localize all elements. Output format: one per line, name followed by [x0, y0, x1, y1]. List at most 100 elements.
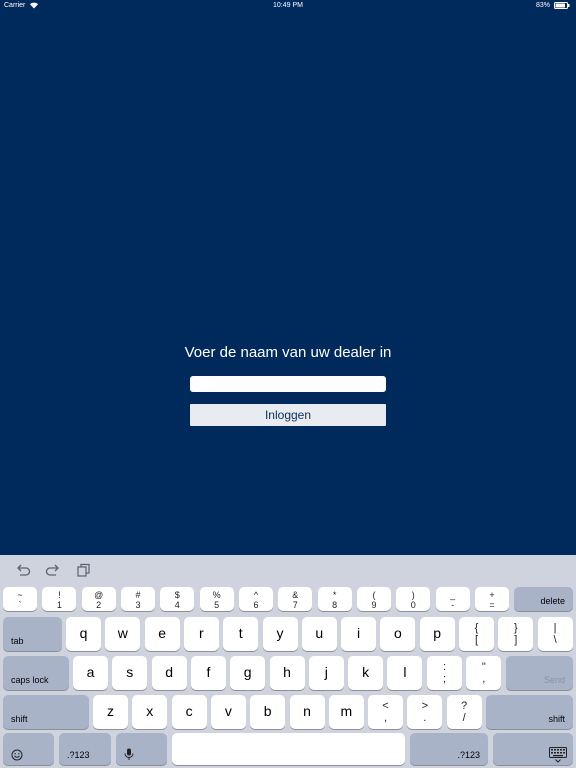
key-letter: f [206, 664, 211, 680]
key-a[interactable]: a [73, 656, 108, 690]
tab-key[interactable]: tab [3, 617, 62, 651]
key-d[interactable]: d [151, 656, 187, 690]
key-symbol-0[interactable]: {[ [459, 617, 494, 651]
key-shift-symbol: @ [94, 590, 104, 600]
key-symbol: 1 [56, 600, 62, 610]
key-symbol: 5 [214, 600, 220, 610]
key-n[interactable]: n [289, 695, 325, 729]
key-h[interactable]: h [269, 656, 305, 690]
key-v[interactable]: v [210, 695, 246, 729]
microphone-icon [124, 748, 134, 760]
key-shift-symbol: % [212, 590, 221, 600]
onscreen-keyboard: ~ `! 1 @2 #3 $4% 5 ^ 6 & 7 * 8(9) 0 _ - + = delete tab q w e r t… [0, 555, 576, 768]
numbers-toggle-label: .?123 [457, 750, 480, 760]
key-t[interactable]: t [223, 617, 259, 651]
key-punct-row3-2[interactable]: ? / [446, 695, 482, 729]
key-1[interactable]: ! 1 [42, 587, 77, 611]
key-punct-0[interactable]: :; [427, 656, 462, 690]
battery-icon [554, 2, 570, 9]
numbers-toggle-right-key[interactable]: .?123 [410, 733, 488, 765]
key-9[interactable]: (9 [356, 587, 391, 611]
key-symbol: 9 [371, 600, 377, 610]
key-2[interactable]: @2 [81, 587, 116, 611]
key-w[interactable]: w [105, 617, 141, 651]
key-letter: j [324, 664, 328, 680]
key-l[interactable]: l [387, 656, 423, 690]
key-j[interactable]: j [308, 656, 344, 690]
key-r[interactable]: r [183, 617, 219, 651]
key-letter: z [107, 703, 114, 719]
keyboard-shortcut-bar [0, 555, 576, 585]
key-y[interactable]: y [262, 617, 298, 651]
key-letter: r [199, 625, 204, 641]
login-button[interactable]: Inloggen [190, 404, 386, 426]
caps-lock-key[interactable]: caps lock [3, 656, 69, 690]
redo-icon[interactable] [45, 563, 61, 577]
key-shift-symbol: ~ [17, 590, 23, 600]
key-k[interactable]: k [348, 656, 384, 690]
key-symbol: \ [553, 634, 557, 646]
dealer-name-input[interactable] [190, 376, 386, 392]
key-shift-symbol: : [442, 661, 447, 673]
key-symbol-1[interactable]: }] [498, 617, 534, 651]
delete-key[interactable]: delete [514, 587, 573, 611]
shift-left-key[interactable]: shift [3, 695, 89, 729]
key-symbol: . [423, 712, 427, 724]
key-z[interactable]: z [93, 695, 128, 729]
paste-icon[interactable] [76, 563, 92, 577]
key-q[interactable]: q [66, 617, 101, 651]
key-u[interactable]: u [301, 617, 337, 651]
key-3[interactable]: #3 [120, 587, 155, 611]
key-symbol: 2 [96, 600, 102, 610]
key-letter: o [393, 625, 402, 641]
dealer-prompt: Voer de naam van uw dealer in [184, 344, 392, 361]
key-punct-row3-0[interactable]: <, [368, 695, 403, 729]
key-letter: p [433, 625, 442, 641]
key-shift-symbol: < [382, 700, 389, 712]
key-f[interactable]: f [190, 656, 226, 690]
emoji-key[interactable] [3, 733, 54, 765]
key-letter: t [238, 625, 243, 641]
numbers-toggle-left-key[interactable]: .?123 [59, 733, 111, 765]
key-x[interactable]: x [132, 695, 168, 729]
key-symbol-2[interactable]: | \ [537, 617, 573, 651]
key-4[interactable]: $4 [160, 587, 195, 611]
key-symbol: 4 [174, 600, 180, 610]
key-11[interactable]: _ - [435, 587, 470, 611]
key-p[interactable]: p [419, 617, 455, 651]
key-o[interactable]: o [380, 617, 416, 651]
key-shift-symbol: ! [58, 590, 61, 600]
send-label: Send [543, 675, 565, 685]
key-g[interactable]: g [230, 656, 266, 690]
key-m[interactable]: m [328, 695, 364, 729]
key-symbol: - [451, 600, 455, 610]
key-symbol: / [462, 712, 466, 724]
key-symbol: = [489, 600, 495, 610]
key-symbol: 0 [410, 600, 416, 610]
key-letter: g [243, 664, 252, 680]
key-c[interactable]: c [171, 695, 207, 729]
key-punct-1[interactable]: ", [466, 656, 502, 690]
undo-icon[interactable] [15, 563, 31, 577]
key-punct-row3-1[interactable]: >. [407, 695, 443, 729]
space-bar[interactable] [172, 733, 405, 765]
key-5[interactable]: % 5 [199, 587, 234, 611]
key-b[interactable]: b [250, 695, 286, 729]
key-s[interactable]: s [112, 656, 148, 690]
dictation-key[interactable] [116, 733, 167, 765]
key-7[interactable]: & 7 [278, 587, 313, 611]
key-letter: m [340, 703, 353, 719]
key-6[interactable]: ^ 6 [238, 587, 273, 611]
send-key[interactable]: Send [506, 656, 573, 690]
hide-keyboard-key[interactable] [493, 733, 573, 765]
key-letter: c [185, 703, 193, 719]
key-letter: w [117, 625, 128, 641]
key-shift-symbol: ? [461, 700, 468, 712]
key-8[interactable]: * 8 [317, 587, 352, 611]
shift-right-key[interactable]: shift [486, 695, 573, 729]
key-tilde[interactable]: ~ ` [3, 587, 37, 611]
key-e[interactable]: e [144, 617, 180, 651]
key-i[interactable]: i [341, 617, 377, 651]
key-12[interactable]: + = [474, 587, 509, 611]
key-10[interactable]: ) 0 [396, 587, 431, 611]
